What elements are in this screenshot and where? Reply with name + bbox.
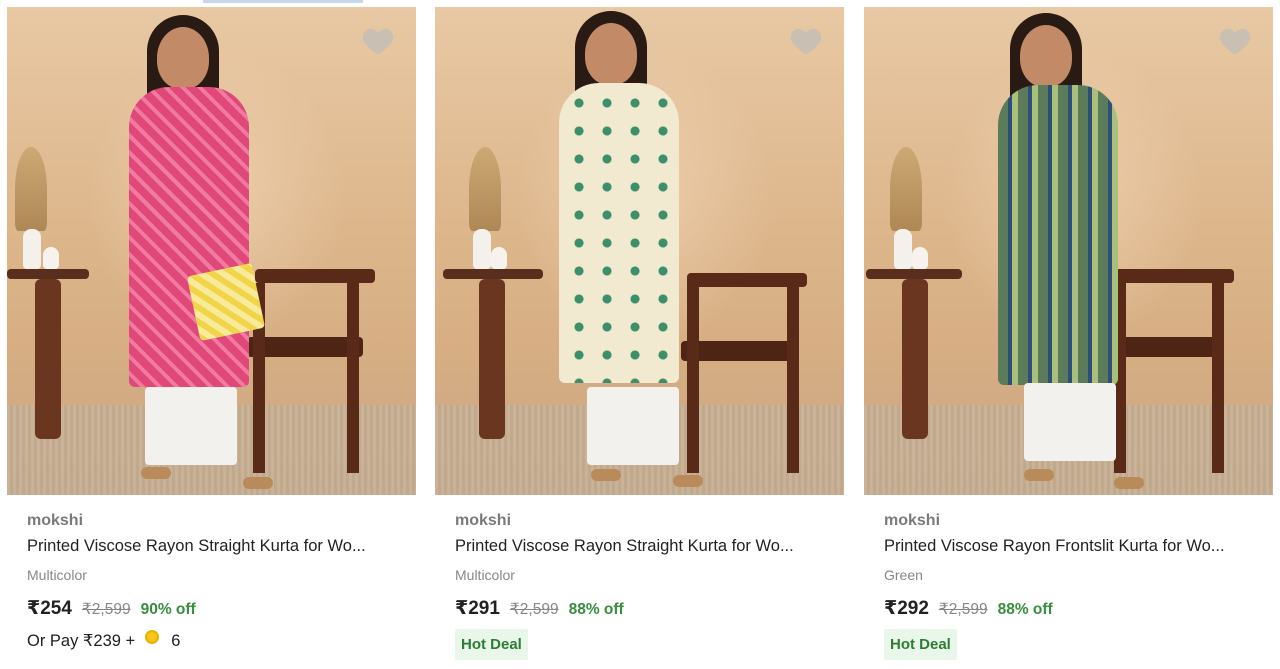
hot-deal-badge: Hot Deal	[455, 629, 528, 660]
decor-vase	[43, 247, 59, 269]
product-grid: mokshi Printed Viscose Rayon Straight Ku…	[0, 0, 1280, 669]
decor-vase	[912, 247, 928, 269]
kurta	[998, 85, 1118, 385]
discount-label: 90% off	[140, 601, 196, 618]
decor-grass	[15, 147, 47, 231]
heart-icon[interactable]	[1215, 21, 1255, 61]
side-table	[7, 269, 89, 279]
decor-grass	[890, 147, 922, 231]
product-brand: mokshi	[884, 512, 941, 529]
decor-vase	[23, 229, 41, 269]
product-title[interactable]: Printed Viscose Rayon Frontslit Kurta fo…	[884, 537, 1254, 561]
hot-deal-badge: Hot Deal	[884, 629, 957, 660]
decor-vase	[491, 247, 507, 269]
model	[1020, 25, 1072, 87]
product-color: Green	[884, 567, 923, 583]
price-row: ₹292 ₹2,599 88% off	[884, 597, 1254, 623]
coin-offer: Or Pay ₹239 + 6	[27, 630, 397, 651]
original-price: ₹2,599	[938, 601, 988, 618]
product-brand: mokshi	[455, 512, 512, 529]
product-color: Multicolor	[455, 567, 515, 583]
product-brand: mokshi	[27, 512, 84, 529]
product-card[interactable]: mokshi Printed Viscose Rayon Frontslit K…	[864, 7, 1274, 667]
product-card[interactable]: mokshi Printed Viscose Rayon Straight Ku…	[7, 7, 417, 667]
product-card[interactable]: mokshi Printed Viscose Rayon Straight Ku…	[435, 7, 845, 667]
side-table	[866, 269, 962, 279]
product-color: Multicolor	[27, 567, 87, 583]
discount-label: 88% off	[997, 601, 1053, 618]
clutch-bag	[186, 262, 266, 342]
product-title[interactable]: Printed Viscose Rayon Straight Kurta for…	[27, 537, 397, 561]
chair	[1114, 269, 1234, 283]
price-row: ₹254 ₹2,599 90% off	[27, 597, 397, 623]
decor-vase	[473, 229, 491, 269]
selling-price: ₹254	[27, 598, 72, 619]
product-image[interactable]	[435, 7, 844, 495]
coin-count: 6	[171, 631, 181, 650]
decor-vase	[894, 229, 912, 269]
product-image[interactable]	[864, 7, 1273, 495]
original-price: ₹2,599	[509, 601, 559, 618]
decor-grass	[469, 147, 501, 231]
original-price: ₹2,599	[81, 601, 131, 618]
chair	[255, 269, 375, 283]
discount-label: 88% off	[568, 601, 624, 618]
price-row: ₹291 ₹2,599 88% off	[455, 597, 825, 623]
pay-with-coins-text: Or Pay ₹239 +	[27, 632, 136, 650]
kurta	[129, 87, 249, 387]
heart-icon[interactable]	[358, 21, 398, 61]
kurta	[559, 83, 679, 383]
heart-icon[interactable]	[786, 21, 826, 61]
side-table	[443, 269, 543, 279]
selling-price: ₹292	[884, 598, 929, 619]
model	[585, 23, 637, 85]
supercoin-icon	[145, 630, 160, 644]
product-image[interactable]	[7, 7, 416, 495]
selling-price: ₹291	[455, 598, 500, 619]
product-title[interactable]: Printed Viscose Rayon Straight Kurta for…	[455, 537, 825, 561]
model	[157, 27, 209, 89]
